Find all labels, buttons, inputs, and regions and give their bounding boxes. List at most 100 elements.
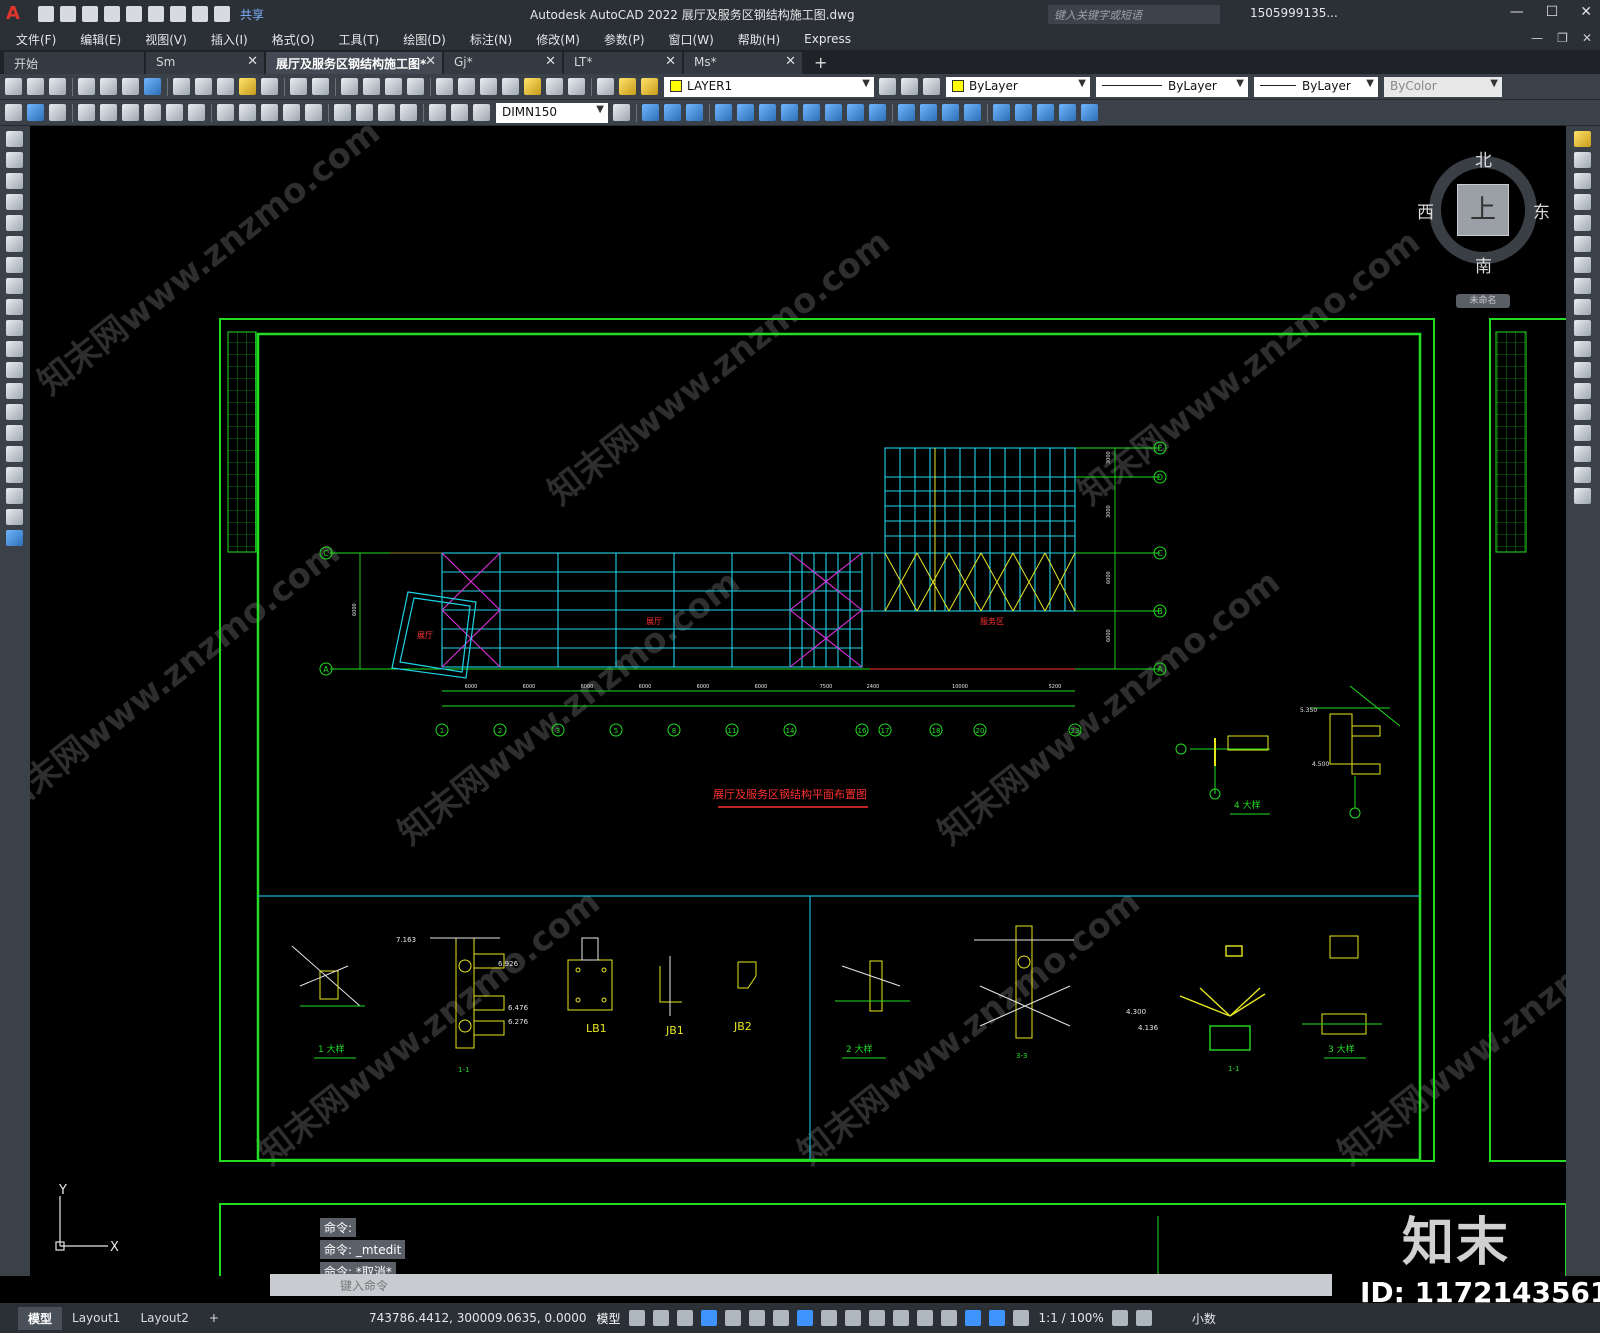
zoom-realtime-icon[interactable] xyxy=(363,78,380,95)
lineweight-icon[interactable] xyxy=(820,1310,837,1326)
dim-diameter-icon[interactable] xyxy=(166,104,183,121)
3d-align-icon[interactable] xyxy=(1037,104,1054,121)
infer-constraints-icon[interactable] xyxy=(676,1310,693,1326)
plot-icon[interactable] xyxy=(78,78,95,95)
quick-dim-icon[interactable] xyxy=(217,104,234,121)
block-editor-icon[interactable] xyxy=(261,78,278,95)
transparency-icon[interactable] xyxy=(844,1310,861,1326)
layer-match-icon[interactable] xyxy=(923,78,940,95)
isometric-icon[interactable] xyxy=(748,1310,765,1326)
annotation-monitor-icon[interactable] xyxy=(1135,1310,1152,1326)
torus-icon[interactable] xyxy=(759,104,776,121)
copy-object-icon[interactable] xyxy=(1574,152,1591,168)
zoom-previous-icon[interactable] xyxy=(407,78,424,95)
revolve-icon[interactable] xyxy=(825,104,842,121)
help-icon[interactable] xyxy=(568,78,585,95)
command-input[interactable]: 键入命令 xyxy=(270,1274,1332,1296)
save-as-icon[interactable] xyxy=(104,6,120,22)
join-icon[interactable] xyxy=(1574,404,1591,420)
properties-icon[interactable] xyxy=(436,78,453,95)
chamfer-icon[interactable] xyxy=(1574,425,1591,441)
maximize-button[interactable]: ☐ xyxy=(1546,4,1559,20)
box-icon[interactable] xyxy=(642,104,659,121)
stretch-icon[interactable] xyxy=(1574,299,1591,315)
fillet-icon[interactable] xyxy=(1574,446,1591,462)
mirror-icon[interactable] xyxy=(1574,173,1591,189)
sheet-set-icon[interactable] xyxy=(502,78,519,95)
gradient-icon[interactable] xyxy=(6,446,23,462)
viewcube-top-face[interactable]: 上 xyxy=(1457,184,1509,236)
layer-previous-icon[interactable] xyxy=(901,78,918,95)
doc-minimize-button[interactable]: — xyxy=(1531,31,1543,45)
add-layout-button[interactable]: + xyxy=(199,1308,229,1328)
undo-icon[interactable] xyxy=(192,6,208,22)
open-icon[interactable] xyxy=(60,6,76,22)
plot-icon[interactable] xyxy=(170,6,186,22)
selection-cycling-icon[interactable] xyxy=(868,1310,885,1326)
ellipse-arc-icon[interactable] xyxy=(6,341,23,357)
move-icon[interactable] xyxy=(1574,236,1591,252)
tab-close-icon[interactable]: ✕ xyxy=(785,54,796,69)
grid-icon[interactable] xyxy=(628,1310,645,1326)
wedge-icon[interactable] xyxy=(664,104,681,121)
model-space-toggle[interactable]: 模型 xyxy=(597,1310,621,1327)
model-space-canvas[interactable]: 知末网www.znzmo.com 知末网www.znzmo.com 知末网www… xyxy=(30,126,1566,1276)
tab-gj[interactable]: Gj* ✕ xyxy=(444,52,562,74)
array-icon[interactable] xyxy=(1574,215,1591,231)
menu-insert[interactable]: 插入(I) xyxy=(199,31,260,48)
paste-icon[interactable] xyxy=(217,78,234,95)
tab-layout1[interactable]: Layout1 xyxy=(62,1308,130,1328)
slice-icon[interactable] xyxy=(964,104,981,121)
arc-icon[interactable] xyxy=(6,236,23,252)
make-block-icon[interactable] xyxy=(6,383,23,399)
tab-start[interactable]: 开始 xyxy=(4,52,144,74)
cylinder-icon[interactable] xyxy=(737,104,754,121)
dimstyle-dropdown[interactable]: DIMN150 ▼ xyxy=(496,102,608,123)
gizmo-icon[interactable] xyxy=(964,1310,981,1326)
close-button[interactable]: ✕ xyxy=(1580,4,1592,20)
new-tab-button[interactable]: + xyxy=(804,53,837,74)
redo-icon[interactable] xyxy=(214,6,230,22)
save-web-icon[interactable] xyxy=(148,6,164,22)
add-selected-icon[interactable] xyxy=(6,530,23,546)
union-icon[interactable] xyxy=(898,104,915,121)
erase-icon[interactable] xyxy=(1574,131,1591,147)
viewcube-north[interactable]: 北 xyxy=(1475,146,1492,171)
intersect-icon[interactable] xyxy=(942,104,959,121)
menu-modify[interactable]: 修改(M) xyxy=(524,31,592,48)
menu-parametric[interactable]: 参数(P) xyxy=(592,31,657,48)
dim-baseline-icon[interactable] xyxy=(239,104,256,121)
3d-osnap-icon[interactable] xyxy=(892,1310,909,1326)
pyramid-icon[interactable] xyxy=(781,104,798,121)
object-snap-icon[interactable] xyxy=(796,1310,813,1326)
trim-icon[interactable] xyxy=(1574,320,1591,336)
tool-palettes-icon[interactable] xyxy=(480,78,497,95)
open-web-icon[interactable] xyxy=(126,6,142,22)
lineweight-dropdown[interactable]: ByLayer ▼ xyxy=(1254,76,1378,97)
auto-scale-icon[interactable] xyxy=(1012,1310,1029,1326)
break-at-point-icon[interactable] xyxy=(1574,362,1591,378)
cone-icon[interactable] xyxy=(686,104,703,121)
3d-dwf-icon[interactable] xyxy=(144,78,161,95)
polar-tracking-icon[interactable] xyxy=(724,1310,741,1326)
break-icon[interactable] xyxy=(1574,383,1591,399)
user-account[interactable]: 1505999135... xyxy=(1250,6,1338,20)
menu-window[interactable]: 窗口(W) xyxy=(657,31,726,48)
menu-edit[interactable]: 编辑(E) xyxy=(68,31,133,48)
new-icon[interactable] xyxy=(38,6,54,22)
make-current-layer-icon[interactable] xyxy=(879,78,896,95)
3d-move-icon[interactable] xyxy=(993,104,1010,121)
polyline-icon[interactable] xyxy=(6,173,23,189)
tolerance-icon[interactable] xyxy=(334,104,351,121)
menu-view[interactable]: 视图(V) xyxy=(133,31,199,48)
dim-angular-icon[interactable] xyxy=(188,104,205,121)
layer-state-icon[interactable] xyxy=(619,78,636,95)
tab-lt[interactable]: LT* ✕ xyxy=(564,52,682,74)
doc-close-button[interactable]: ✕ xyxy=(1582,31,1592,45)
tab-close-icon[interactable]: ✕ xyxy=(425,54,436,69)
dim-jogged-icon[interactable] xyxy=(144,104,161,121)
viewcube-west[interactable]: 西 xyxy=(1417,198,1434,223)
copy-icon[interactable] xyxy=(195,78,212,95)
markup-icon[interactable] xyxy=(524,78,541,95)
inspection-icon[interactable] xyxy=(378,104,395,121)
